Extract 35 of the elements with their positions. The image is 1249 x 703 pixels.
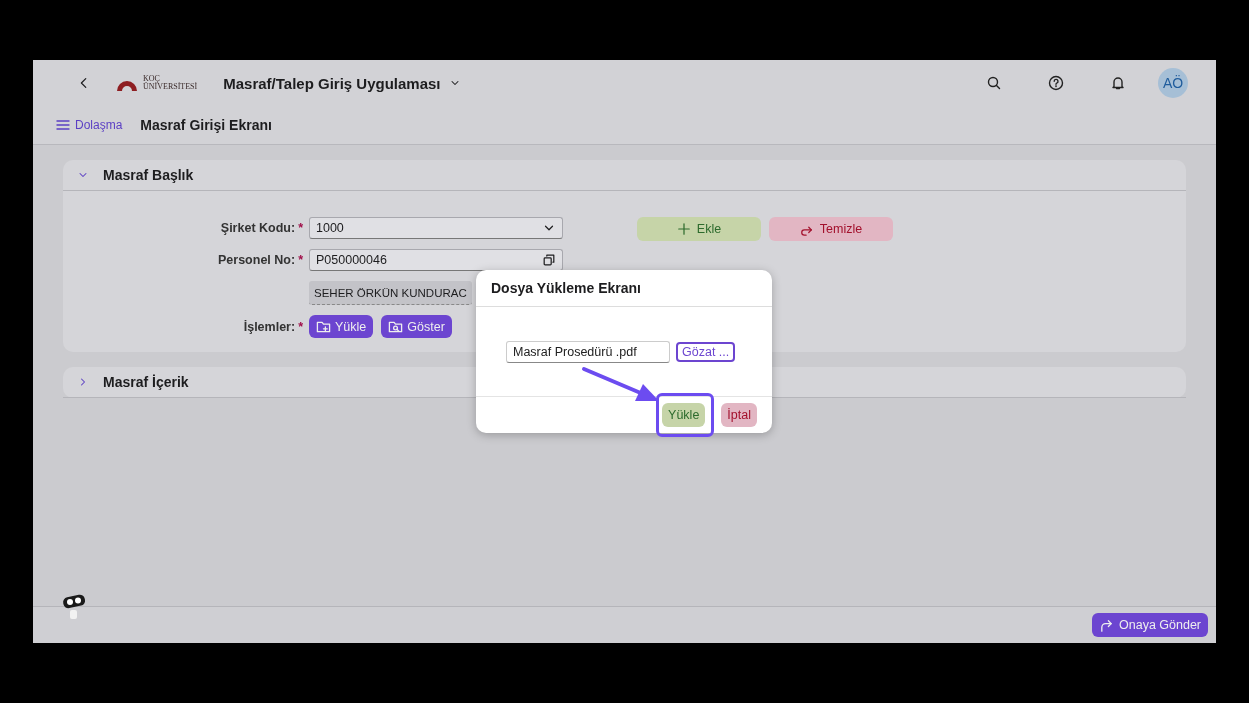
plus-icon [676,222,691,236]
forward-icon [1099,617,1114,633]
page-title: Masraf Girişi Ekranı [140,117,272,133]
section-title: Masraf İçerik [103,374,189,390]
show-button[interactable]: Göster [381,315,452,338]
bell-icon [1110,75,1126,91]
field-label: Personel No: * [217,253,303,267]
highlight-frame [656,393,714,437]
university-logo-text: KOÇ ÜNİVERSİTESİ [143,75,198,91]
robot-icon[interactable] [60,593,88,621]
company-code-select[interactable]: 1000 [309,217,563,239]
personnel-number-field[interactable]: P050000046 [309,249,563,271]
help-icon [1048,75,1064,91]
section-header[interactable]: Masraf Başlık [63,160,1186,191]
navigation-link[interactable]: Dolaşma [55,117,123,133]
search-icon [986,75,1002,91]
upload-button[interactable]: Yükle [662,403,706,427]
file-name-field[interactable]: Masraf Prosedürü .pdf [506,340,670,363]
menu-icon [55,117,71,133]
folder-plus-icon [316,319,331,334]
dialog-title: Dosya Yükleme Ekranı [476,270,772,307]
clear-button[interactable]: Temizle [769,217,893,241]
upload-button[interactable]: Yükle [309,315,374,338]
employee-name-field: SEHER ÖRKÜN KUNDURAC [309,281,472,305]
section-title: Masraf Başlık [103,167,194,183]
add-button[interactable]: Ekle [637,217,761,241]
cancel-button[interactable]: İptal [721,403,757,427]
copy-icon [542,253,556,267]
submit-for-approval-button[interactable]: Onaya Gönder [1092,613,1208,637]
field-label: İşlemler: * [242,319,303,334]
user-avatar[interactable]: AÖ [1158,68,1188,98]
field-label: Şirket Kodu: * [219,221,303,235]
folder-search-icon [388,319,404,334]
browse-button[interactable]: Gözat ... [676,341,736,362]
app-title[interactable]: Masraf/Talep Giriş Uygulaması [223,74,441,92]
